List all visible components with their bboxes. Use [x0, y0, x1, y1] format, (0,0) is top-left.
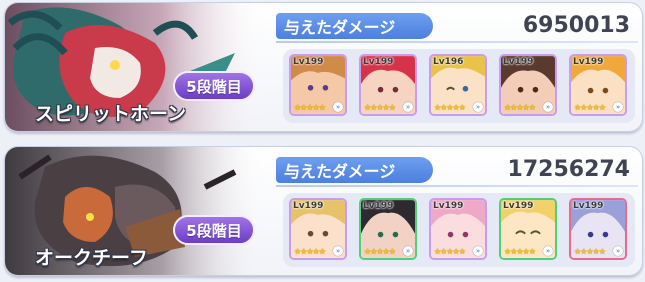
unit-icon[interactable]: Lv196 ★★★★★ »: [429, 54, 487, 116]
divider: [276, 185, 638, 187]
party-lineup: Lv199 ★★★★★ » Lv199 ★★★★★ » Lv196 ★★★★★ …: [283, 49, 635, 123]
rank-icon: »: [333, 102, 343, 112]
unit-icon[interactable]: Lv199 ★★★★★ »: [289, 54, 347, 116]
boss-portrait: 5段階目 オークチーフ: [5, 147, 267, 275]
stage-badge: 5段階目: [173, 71, 255, 101]
divider: [276, 41, 638, 43]
unit-icon[interactable]: Lv199 ★★★★★ »: [499, 54, 557, 116]
boss-name: オークチーフ: [35, 247, 148, 269]
unit-level: Lv196: [433, 57, 464, 67]
rank-icon: »: [473, 102, 483, 112]
unit-icon[interactable]: Lv199 ★★★★★ »: [569, 54, 627, 116]
damage-label: 与えたダメージ: [276, 157, 433, 183]
unit-stars: ★★★★★: [504, 103, 536, 112]
rank-icon: »: [613, 102, 623, 112]
unit-level: Lv199: [293, 57, 324, 67]
unit-level: Lv199: [503, 201, 534, 211]
unit-stars: ★★★★★: [574, 247, 606, 256]
unit-level: Lv199: [573, 201, 604, 211]
boss-name: スピリットホーン: [35, 103, 187, 125]
party-lineup: Lv199 ★★★★★ » Lv199 ★★★★★ » Lv199 ★★★★★ …: [283, 193, 635, 267]
unit-icon[interactable]: Lv199 ★★★★★ »: [289, 198, 347, 260]
unit-level: Lv199: [363, 57, 394, 67]
unit-icon[interactable]: Lv199 ★★★★★ »: [359, 198, 417, 260]
unit-level: Lv199: [433, 201, 464, 211]
unit-stars: ★★★★★: [504, 247, 536, 256]
unit-level: Lv199: [293, 201, 324, 211]
unit-icon[interactable]: Lv199 ★★★★★ »: [569, 198, 627, 260]
rank-icon: »: [403, 102, 413, 112]
unit-icon[interactable]: Lv199 ★★★★★ »: [499, 198, 557, 260]
rank-icon: »: [543, 102, 553, 112]
boss-portrait: 5段階目 スピリットホーン: [5, 3, 267, 131]
unit-stars: ★★★★★: [434, 103, 466, 112]
rank-icon: »: [473, 246, 483, 256]
unit-icon[interactable]: Lv199 ★★★★★ »: [359, 54, 417, 116]
rank-icon: »: [403, 246, 413, 256]
damage-label: 与えたダメージ: [276, 13, 433, 39]
unit-stars: ★★★★★: [364, 247, 396, 256]
unit-level: Lv199: [503, 57, 534, 67]
unit-level: Lv199: [573, 57, 604, 67]
unit-stars: ★★★★★: [294, 247, 326, 256]
unit-stars: ★★★★★: [364, 103, 396, 112]
unit-stars: ★★★★★: [434, 247, 466, 256]
unit-stars: ★★★★★: [574, 103, 606, 112]
rank-icon: »: [333, 246, 343, 256]
unit-stars: ★★★★★: [294, 103, 326, 112]
unit-level: Lv199: [363, 201, 394, 211]
damage-value: 17256274: [507, 157, 630, 182]
rank-icon: »: [543, 246, 553, 256]
stage-badge: 5段階目: [173, 215, 255, 245]
battle-record-card[interactable]: 5段階目 オークチーフ 与えたダメージ 17256274 Lv199 ★★★★★…: [4, 146, 643, 276]
damage-value: 6950013: [522, 13, 630, 38]
rank-icon: »: [613, 246, 623, 256]
battle-record-card[interactable]: 5段階目 スピリットホーン 与えたダメージ 6950013 Lv199 ★★★★…: [4, 2, 643, 132]
unit-icon[interactable]: Lv199 ★★★★★ »: [429, 198, 487, 260]
